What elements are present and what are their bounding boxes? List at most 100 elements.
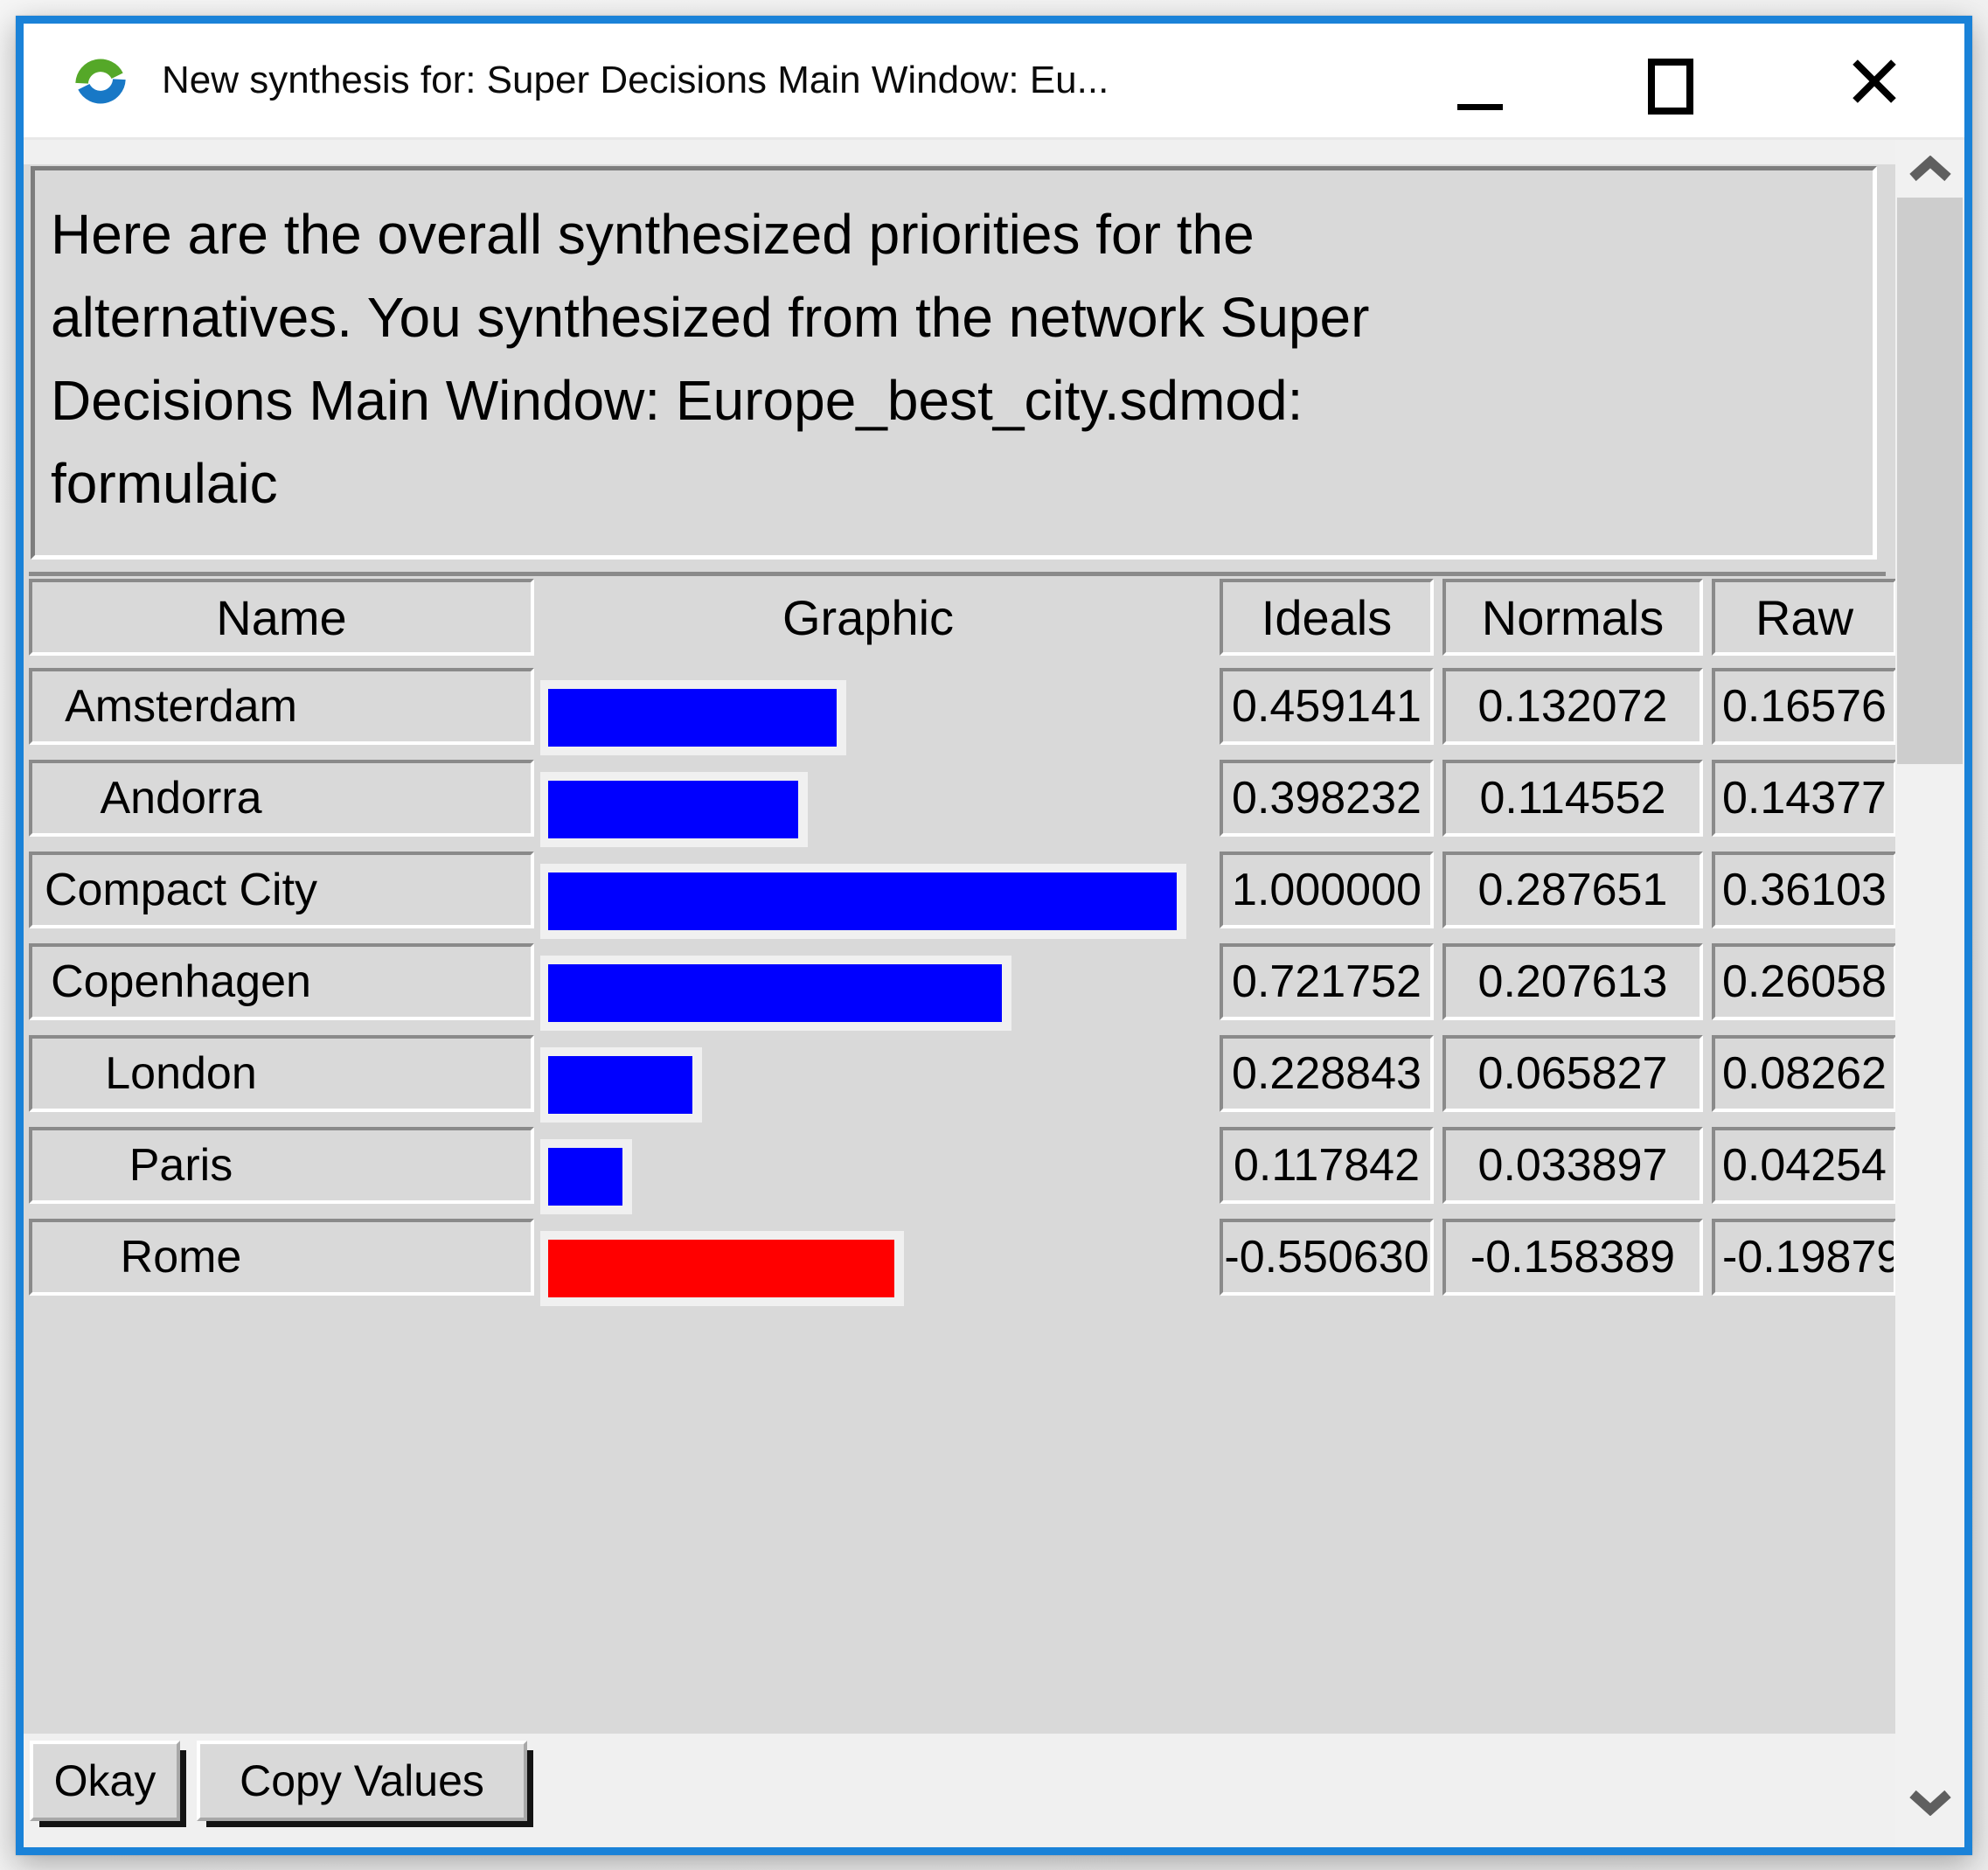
row-name-cell: Compact City bbox=[29, 852, 534, 928]
chevron-up-icon bbox=[1908, 156, 1953, 182]
column-header-normals: Normals bbox=[1442, 579, 1703, 656]
vertical-scrollbar[interactable] bbox=[1895, 140, 1964, 1847]
alternative-name: Andorra bbox=[32, 772, 330, 824]
ideals-value-cell: 0.228843 bbox=[1220, 1035, 1434, 1112]
ideals-value: 1.000000 bbox=[1232, 864, 1421, 916]
ideals-value-cell: 0.721752 bbox=[1220, 943, 1434, 1020]
synthesis-description: Here are the overall synthesized priorit… bbox=[31, 166, 1877, 560]
raw-value: 0.14377 bbox=[1715, 772, 1894, 824]
scroll-up-button[interactable] bbox=[1895, 140, 1964, 198]
raw-value: -0.19879 bbox=[1715, 1231, 1894, 1283]
normals-value: 0.065827 bbox=[1478, 1047, 1668, 1100]
column-header-graphic: Graphic bbox=[540, 579, 1196, 656]
ideals-value: 0.459141 bbox=[1232, 680, 1421, 733]
ideals-value: 0.117842 bbox=[1234, 1139, 1420, 1192]
raw-value-cell: -0.19879 bbox=[1712, 1219, 1897, 1296]
normals-value: 0.132072 bbox=[1478, 680, 1668, 733]
raw-value-cell: 0.04254 bbox=[1712, 1127, 1897, 1204]
column-header-ideals: Ideals bbox=[1220, 579, 1434, 656]
ideals-value-cell: -0.550630 bbox=[1220, 1219, 1434, 1296]
raw-value-cell: 0.26058 bbox=[1712, 943, 1897, 1020]
raw-value-cell: 0.36103 bbox=[1712, 852, 1897, 928]
priority-bar bbox=[548, 872, 1177, 930]
priority-bar bbox=[548, 1056, 692, 1114]
normals-value: 0.033897 bbox=[1478, 1139, 1668, 1192]
raw-value: 0.08262 bbox=[1715, 1047, 1894, 1100]
description-line: alternatives. You synthesized from the n… bbox=[51, 276, 1864, 359]
close-button[interactable] bbox=[1826, 24, 1922, 137]
alternative-name: Copenhagen bbox=[32, 956, 330, 1008]
normals-value-cell: 0.287651 bbox=[1442, 852, 1703, 928]
content-top-strip bbox=[24, 140, 1964, 164]
row-name-cell: Andorra bbox=[29, 760, 534, 837]
raw-value: 0.26058 bbox=[1715, 956, 1894, 1008]
dialog-content: Here are the overall synthesized priorit… bbox=[24, 140, 1964, 1847]
column-header-raw: Raw bbox=[1712, 579, 1897, 656]
alternative-name: Rome bbox=[32, 1231, 330, 1283]
raw-value-cell: 0.16576 bbox=[1712, 668, 1897, 745]
priority-bar-track bbox=[540, 1231, 904, 1306]
normals-value-cell: 0.207613 bbox=[1442, 943, 1703, 1020]
priority-bar-track bbox=[540, 956, 1011, 1031]
description-line: Here are the overall synthesized priorit… bbox=[51, 193, 1864, 276]
normals-value-cell: 0.132072 bbox=[1442, 668, 1703, 745]
raw-value: 0.16576 bbox=[1715, 680, 1894, 733]
priority-bar bbox=[548, 781, 798, 838]
normals-value: 0.114552 bbox=[1479, 772, 1665, 824]
maximize-icon bbox=[1648, 59, 1693, 115]
scroll-down-button[interactable] bbox=[1895, 1774, 1964, 1832]
normals-value: 0.287651 bbox=[1478, 864, 1668, 916]
ideals-value: 0.721752 bbox=[1232, 956, 1421, 1008]
priority-bar bbox=[548, 689, 837, 747]
raw-value-cell: 0.14377 bbox=[1712, 760, 1897, 837]
priority-bar-negative bbox=[548, 1240, 894, 1297]
priority-bar bbox=[548, 1148, 622, 1206]
normals-value-cell: 0.033897 bbox=[1442, 1127, 1703, 1204]
minimize-button[interactable] bbox=[1433, 24, 1529, 137]
ideals-value-cell: 0.459141 bbox=[1220, 668, 1434, 745]
alternative-name: Paris bbox=[32, 1139, 330, 1192]
scrollbar-thumb[interactable] bbox=[1897, 198, 1963, 764]
raw-value: 0.04254 bbox=[1715, 1139, 1894, 1192]
priority-bar-track bbox=[540, 1139, 632, 1214]
row-name-cell: London bbox=[29, 1035, 534, 1112]
normals-value-cell: -0.158389 bbox=[1442, 1219, 1703, 1296]
normals-value: -0.158389 bbox=[1470, 1231, 1675, 1283]
alternative-name: London bbox=[32, 1047, 330, 1100]
normals-value: 0.207613 bbox=[1478, 956, 1668, 1008]
column-header-name: Name bbox=[29, 579, 534, 656]
copy-values-button[interactable]: Copy Values bbox=[197, 1741, 527, 1821]
ideals-value-cell: 0.117842 bbox=[1220, 1127, 1434, 1204]
ideals-value: -0.550630 bbox=[1224, 1231, 1428, 1283]
maximize-button[interactable] bbox=[1622, 24, 1718, 137]
ideals-value-cell: 0.398232 bbox=[1220, 760, 1434, 837]
row-name-cell: Rome bbox=[29, 1219, 534, 1296]
alternative-name: Compact City bbox=[32, 864, 330, 916]
minimize-icon bbox=[1457, 104, 1503, 110]
priority-bar-track bbox=[540, 1047, 702, 1123]
description-line: Decisions Main Window: Europe_best_city.… bbox=[51, 359, 1864, 442]
alternative-name: Amsterdam bbox=[32, 680, 330, 733]
table-top-border bbox=[29, 572, 1886, 576]
okay-button[interactable]: Okay bbox=[30, 1741, 180, 1821]
ideals-value: 0.398232 bbox=[1232, 772, 1421, 824]
ideals-value: 0.228843 bbox=[1232, 1047, 1421, 1100]
description-line: formulaic bbox=[51, 442, 1864, 525]
priority-bar-track bbox=[540, 680, 846, 755]
row-name-cell: Copenhagen bbox=[29, 943, 534, 1020]
window-title: New synthesis for: Super Decisions Main … bbox=[162, 24, 1109, 137]
normals-value-cell: 0.114552 bbox=[1442, 760, 1703, 837]
priority-bar-track bbox=[540, 864, 1186, 939]
dialog-window: New synthesis for: Super Decisions Main … bbox=[16, 16, 1972, 1855]
raw-value: 0.36103 bbox=[1715, 864, 1894, 916]
super-decisions-logo-icon bbox=[69, 50, 132, 113]
row-name-cell: Paris bbox=[29, 1127, 534, 1204]
title-bar: New synthesis for: Super Decisions Main … bbox=[24, 24, 1964, 140]
priority-bar bbox=[548, 964, 1002, 1022]
row-name-cell: Amsterdam bbox=[29, 668, 534, 745]
ideals-value-cell: 1.000000 bbox=[1220, 852, 1434, 928]
raw-value-cell: 0.08262 bbox=[1712, 1035, 1897, 1112]
priority-bar-track bbox=[540, 772, 808, 847]
chevron-down-icon bbox=[1908, 1790, 1953, 1816]
button-bar: Okay Copy Values bbox=[24, 1734, 1964, 1847]
